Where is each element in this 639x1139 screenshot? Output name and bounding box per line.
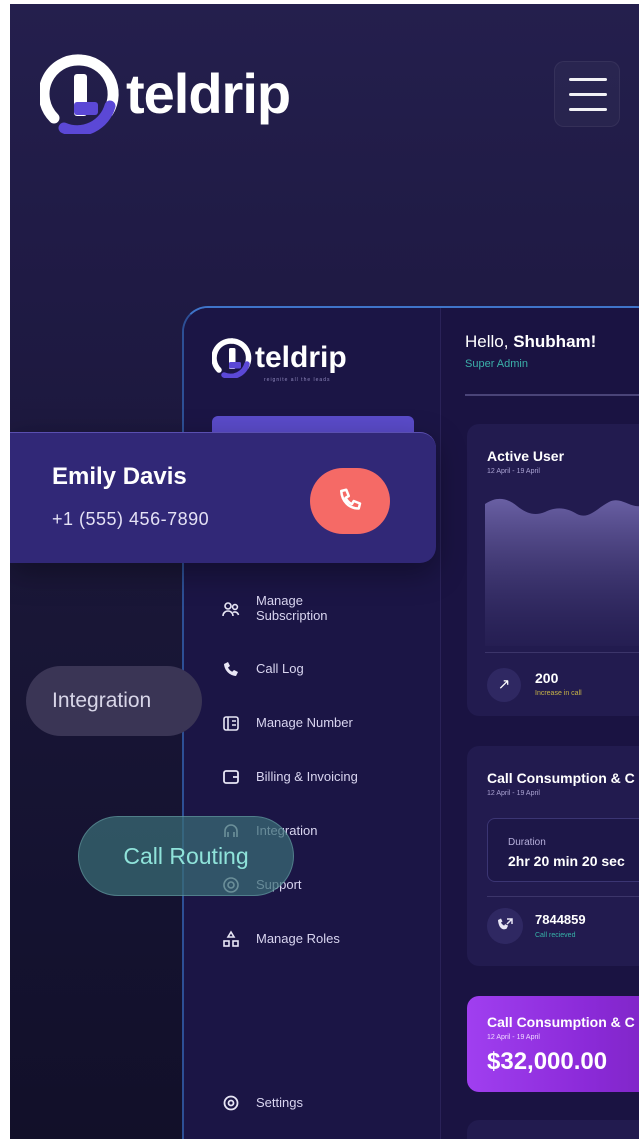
teldrip-logo-icon — [212, 338, 252, 378]
mobile-viewport: teldrip teldrip reignite all the leads M… — [10, 4, 639, 1139]
hamburger-menu-button[interactable] — [554, 61, 620, 127]
divider — [487, 896, 639, 897]
next-card — [467, 1120, 639, 1139]
sidebar-item-billing[interactable]: Billing & Invoicing — [222, 768, 358, 786]
dashboard-brand: teldrip — [212, 338, 347, 378]
sidebar-item-manage-roles[interactable]: Manage Roles — [222, 930, 340, 948]
greeting-user-name: Shubham! — [513, 332, 597, 351]
sidebar-item-label: Manage Subscription — [256, 593, 328, 623]
dashboard-preview: teldrip reignite all the leads Manage Su… — [182, 306, 639, 1139]
integration-pill[interactable]: Integration — [26, 666, 202, 736]
divider — [465, 394, 639, 396]
sidebar-item-call-log[interactable]: Call Log — [222, 660, 304, 678]
greeting-prefix: Hello, — [465, 332, 514, 351]
sidebar-item-label: Call Log — [256, 660, 304, 676]
user-role: Super Admin — [465, 358, 528, 370]
settings-icon — [223, 1095, 239, 1111]
sidebar-item-manage-number[interactable]: Manage Number — [222, 714, 353, 732]
hamburger-menu-icon — [569, 93, 607, 96]
duration-label: Duration — [508, 837, 546, 848]
number-icon — [223, 716, 239, 731]
integration-pill-label: Integration — [52, 689, 152, 712]
dashboard-brand-tagline: reignite all the leads — [264, 377, 331, 383]
phone-icon — [340, 488, 362, 510]
greeting-text: Hello, Shubham! — [465, 332, 596, 352]
sidebar-item-label: Billing & Invoicing — [256, 768, 358, 784]
calls-received-value: 7844859 — [535, 912, 586, 927]
hamburger-menu-icon — [569, 108, 607, 111]
call-log-icon — [224, 662, 238, 676]
call-routing-pill[interactable]: Call Routing — [78, 816, 294, 896]
call-routing-pill-label: Call Routing — [123, 842, 249, 869]
card-date-range: 12 April - 19 April — [487, 790, 540, 797]
users-icon — [222, 602, 240, 617]
caller-number: +1 (555) 456-7890 — [52, 509, 210, 529]
consumption-amount-card[interactable]: Call Consumption & C 12 April - 19 April… — [467, 996, 639, 1092]
duration-value: 2hr 20 min 20 sec — [508, 853, 625, 869]
end-call-button[interactable] — [310, 468, 390, 534]
call-consumption-card[interactable]: Call Consumption & C 12 April - 19 April… — [467, 746, 639, 966]
roles-icon — [223, 930, 239, 947]
teldrip-logo-icon — [40, 54, 119, 134]
calls-received-note: Call recieved — [535, 932, 576, 939]
arrow-up-right-icon: ↗ — [487, 668, 521, 702]
sidebar-item-settings[interactable]: Settings — [222, 1094, 303, 1112]
active-user-area-chart — [485, 499, 639, 646]
active-user-value: 200 — [535, 670, 559, 686]
card-title: Call Consumption & C — [487, 770, 635, 786]
amount-value: $32,000.00 — [487, 1048, 608, 1075]
dashboard-brand-name: teldrip — [255, 341, 347, 374]
brand-logo[interactable]: teldrip — [40, 54, 291, 134]
active-user-note: Increase in call — [535, 690, 582, 697]
incoming-call-card[interactable]: Emily Davis +1 (555) 456-7890 — [10, 432, 436, 563]
caller-name: Emily Davis — [52, 463, 187, 490]
sidebar-item-manage-subscription[interactable]: Manage Subscription — [222, 593, 346, 624]
sidebar-item-label: Settings — [256, 1094, 303, 1110]
sidebar-item-label: Manage Roles — [256, 930, 340, 946]
wallet-icon — [223, 770, 239, 784]
dashboard-main: Hello, Shubham! Super Admin Active User … — [440, 308, 639, 1139]
divider — [485, 652, 639, 653]
card-date-range: 12 April - 19 April — [487, 1034, 540, 1041]
sidebar-item-label: Manage Number — [256, 714, 353, 730]
card-title: Call Consumption & C — [487, 1014, 635, 1030]
top-bar: teldrip — [10, 4, 639, 154]
hamburger-menu-icon — [569, 78, 607, 81]
incoming-call-icon — [487, 908, 523, 944]
card-title: Active User — [487, 448, 565, 464]
duration-box: Duration 2hr 20 min 20 sec — [487, 818, 639, 882]
brand-name: teldrip — [126, 62, 291, 125]
active-user-card[interactable]: Active User 12 April - 19 April ↗ 200 In… — [467, 424, 639, 716]
card-date-range: 12 April - 19 April — [487, 468, 540, 475]
